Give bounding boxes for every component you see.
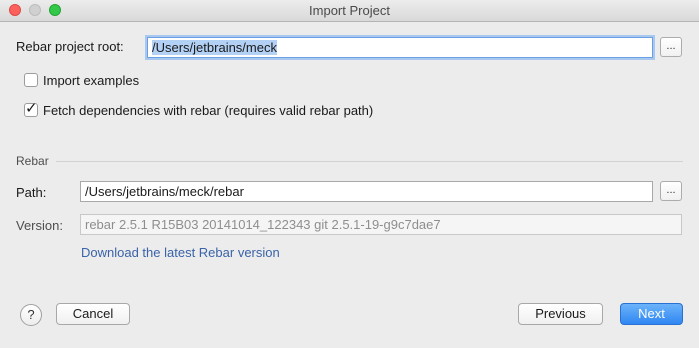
project-root-value: /Users/jetbrains/meck — [152, 40, 277, 55]
rebar-path-label: Path: — [16, 185, 47, 200]
import-examples-label[interactable]: Import examples — [43, 73, 139, 88]
rebar-path-value: /Users/jetbrains/meck/rebar — [85, 184, 244, 199]
project-root-browse-button[interactable]: ... — [660, 37, 682, 57]
rebar-version-field: rebar 2.5.1 R15B03 20141014_122343 git 2… — [80, 214, 682, 235]
project-root-label: Rebar project root: — [16, 39, 124, 54]
project-root-input[interactable]: /Users/jetbrains/meck — [147, 37, 653, 58]
rebar-path-input[interactable]: /Users/jetbrains/meck/rebar — [80, 181, 653, 202]
cancel-button[interactable]: Cancel — [56, 303, 130, 325]
import-project-dialog: Import Project Rebar project root: /User… — [0, 0, 699, 348]
rebar-section-separator — [56, 161, 683, 162]
previous-button[interactable]: Previous — [518, 303, 603, 325]
rebar-version-value: rebar 2.5.1 R15B03 20141014_122343 git 2… — [85, 217, 441, 232]
rebar-version-label: Version: — [16, 218, 63, 233]
download-rebar-link[interactable]: Download the latest Rebar version — [81, 245, 280, 260]
window-title: Import Project — [309, 3, 390, 18]
title-bar: Import Project — [0, 0, 699, 22]
rebar-section-title: Rebar — [16, 154, 49, 168]
import-examples-checkbox[interactable] — [24, 73, 38, 87]
fetch-dependencies-label[interactable]: Fetch dependencies with rebar (requires … — [43, 103, 373, 118]
help-button[interactable]: ? — [20, 304, 42, 326]
rebar-path-browse-button[interactable]: ... — [660, 181, 682, 201]
checkmark-icon: ✓ — [25, 100, 38, 117]
next-button[interactable]: Next — [620, 303, 683, 325]
fetch-dependencies-checkbox[interactable]: ✓ — [24, 100, 38, 117]
